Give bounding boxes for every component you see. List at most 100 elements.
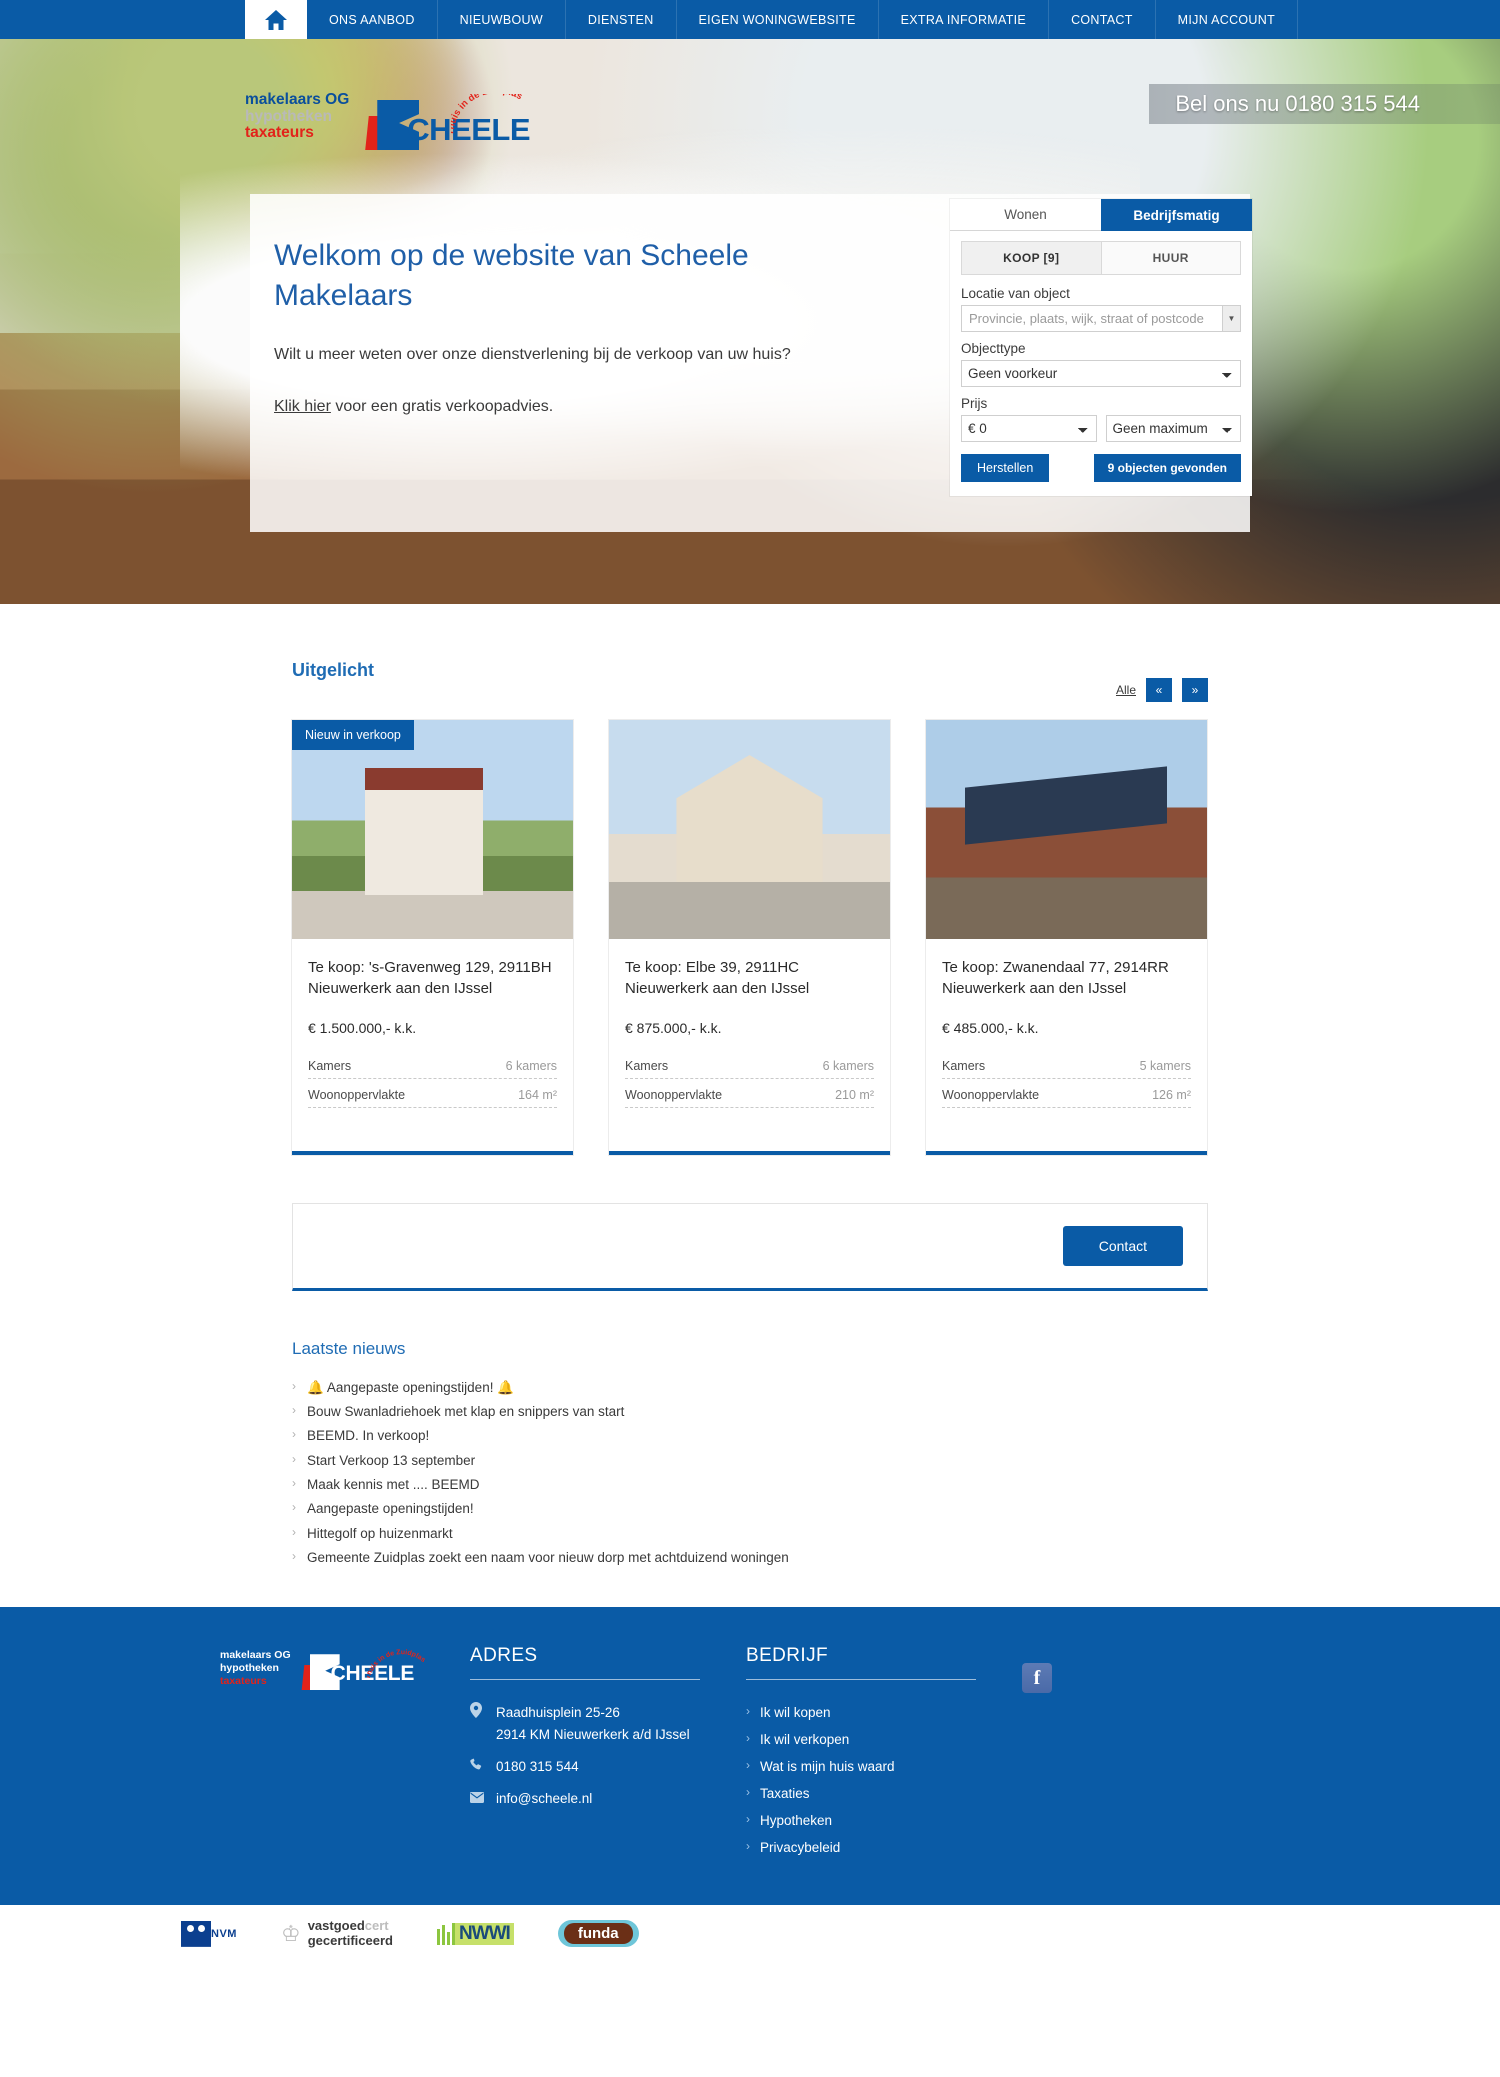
spec-key: Woonoppervlakte: [308, 1087, 406, 1102]
footer-company-heading: BEDRIJF: [746, 1645, 828, 1667]
chevron-down-icon[interactable]: ▼: [1222, 305, 1241, 332]
contact-button[interactable]: Contact: [1062, 1225, 1183, 1266]
nav-item-nieuwbouw[interactable]: NIEUWBOUW: [438, 0, 566, 39]
news-item[interactable]: › Start Verkoop 13 september: [292, 1450, 1208, 1471]
logo-line-2: hypotheken: [245, 107, 332, 125]
chevron-right-icon: ›: [292, 1524, 296, 1539]
nav-label: DIENSTEN: [587, 12, 654, 27]
footer-link-ik-wil-verkopen[interactable]: › Ik wil verkopen: [746, 1729, 976, 1751]
nwwi-label: NWWI: [454, 1922, 514, 1945]
spec-key: Kamers: [942, 1058, 986, 1073]
logo-tagline: makelaars OG hypotheken taxateurs: [245, 91, 349, 142]
top-navigation-bar: ONS AANBOD NIEUWBOUW DIENSTEN EIGEN WONI…: [0, 0, 1500, 39]
footer-link-label: Taxaties: [760, 1785, 810, 1801]
phone-banner[interactable]: Bel ons nu 0180 315 544: [1149, 84, 1500, 124]
price-label: Prijs: [961, 396, 988, 411]
nvm-label: NVM: [211, 1927, 237, 1940]
spec-divider: [308, 1106, 557, 1108]
news-item[interactable]: › Bouw Swanladriehoek met klap en snipper…: [292, 1401, 1208, 1422]
carousel-next-button[interactable]: »: [1182, 678, 1208, 702]
property-card[interactable]: Te koop: Elbe 39, 2911HC Nieuwerkerk aan…: [609, 720, 890, 1155]
page-title: Welkom op de website van Scheele Makelaa…: [274, 239, 749, 312]
property-title: Te koop: Elbe 39, 2911HC Nieuwerkerk aan…: [625, 959, 810, 998]
news-item[interactable]: › BEEMD. In verkoop!: [292, 1425, 1208, 1446]
footer-address-heading: ADRES: [470, 1645, 538, 1667]
carousel-prev-button[interactable]: «: [1146, 678, 1172, 702]
nav-item-eigen-woningwebsite[interactable]: EIGEN WONINGWEBSITE: [677, 0, 879, 39]
status-badge: Nieuw in verkoop: [292, 720, 414, 750]
price-min-select[interactable]: € 0: [961, 415, 1097, 442]
nav-item-mijn-account[interactable]: MIJN ACCOUNT: [1156, 0, 1299, 39]
divider: [746, 1679, 976, 1681]
objecttype-select[interactable]: Geen voorkeur: [961, 360, 1241, 387]
latest-news-section: Laatste nieuws › 🔔 Aangepaste openingstij…: [292, 1339, 1208, 1569]
footer-logo[interactable]: makelaars OG hypotheken taxateurs CHEELE…: [220, 1645, 470, 1863]
mail-icon: [470, 1788, 486, 1810]
news-item[interactable]: › Gemeente Zuidplas zoekt een naam voor n…: [292, 1547, 1208, 1568]
vastgoedcert-label-1: vastgoedcert: [308, 1919, 393, 1934]
main-content: Uitgelicht Alle « » Nieuw in verkoop Te …: [0, 604, 1500, 1608]
footer-link-privacybeleid[interactable]: › Privacybeleid: [746, 1837, 976, 1859]
hero-paragraph: Wilt u meer weten over onze dienstverlen…: [274, 345, 791, 363]
subtab-huur[interactable]: HUUR: [1101, 242, 1240, 274]
news-item[interactable]: › Maak kennis met .... BEEMD: [292, 1474, 1208, 1495]
site-logo[interactable]: makelaars OG hypotheken taxateurs CHEELE…: [245, 85, 538, 154]
spec-row: Woonoppervlakte 126 m²: [942, 1088, 1191, 1107]
news-label: Aangepaste openingstijden!: [307, 1501, 474, 1517]
vastgoedcert-bold: vastgoed: [307, 1918, 365, 1934]
location-label: Locatie van object: [961, 286, 1070, 301]
news-item[interactable]: › 🔔 Aangepaste openingstijden! 🔔: [292, 1377, 1208, 1398]
property-photo[interactable]: Nieuw in verkoop: [292, 720, 573, 939]
scheele-logo-mark: CHEELE Thuis in de Zuidplas: [363, 85, 538, 154]
tab-bedrijfsmatig[interactable]: Bedrijfsmatig: [1101, 199, 1252, 231]
logo-line-3: taxateurs: [245, 124, 314, 142]
footer-link-ik-wil-kopen[interactable]: › Ik wil kopen: [746, 1702, 976, 1724]
vastgoedcert-logo: ♔ vastgoedcert gecertificeerd: [281, 1919, 393, 1948]
footer-logo-line-3: taxateurs: [220, 1674, 267, 1687]
footer-link-taxaties[interactable]: › Taxaties: [746, 1783, 976, 1805]
location-field-group: ▼: [961, 305, 1241, 332]
contact-cta-box: Contact: [292, 1202, 1208, 1291]
property-card[interactable]: Nieuw in verkoop Te koop: 's-Gravenweg 1…: [292, 720, 573, 1155]
property-title: Te koop: Zwanendaal 77, 2914RR Nieuwerke…: [942, 959, 1169, 998]
price-max-select[interactable]: Geen maximum: [1105, 415, 1241, 442]
footer-link-hypotheken[interactable]: › Hypotheken: [746, 1810, 976, 1832]
footer-email-line[interactable]: info@scheele.nl: [470, 1788, 700, 1810]
subtab-label: KOOP [9]: [1003, 251, 1060, 265]
nav-label: NIEUWBOUW: [459, 12, 543, 27]
chevron-right-icon: ›: [292, 1548, 296, 1563]
logo-arc-text: Thuis in de Zuidplas: [445, 85, 543, 140]
featured-title: Uitgelicht: [292, 660, 375, 680]
nav-item-ons-aanbod[interactable]: ONS AANBOD: [307, 0, 438, 39]
property-card[interactable]: Te koop: Zwanendaal 77, 2914RR Nieuwerke…: [926, 720, 1207, 1155]
property-photo[interactable]: [609, 720, 890, 939]
footer-logo-mark: CHEELE Thuis in de Zuidplas: [301, 1649, 426, 1697]
spec-divider: [625, 1106, 874, 1108]
news-item[interactable]: › Aangepaste openingstijden!: [292, 1498, 1208, 1519]
subtab-koop[interactable]: KOOP [9]: [962, 242, 1102, 274]
footer-logo-line-2: hypotheken: [220, 1662, 279, 1675]
property-price: € 875.000,- k.k.: [625, 1019, 722, 1036]
hero-banner: makelaars OG hypotheken taxateurs CHEELE…: [0, 39, 1500, 604]
news-item[interactable]: › Hittegolf op huizenmarkt: [292, 1523, 1208, 1544]
location-input[interactable]: [961, 305, 1222, 332]
tab-wonen[interactable]: Wonen: [950, 199, 1101, 231]
footer-link-label: Ik wil kopen: [760, 1705, 831, 1721]
nav-item-diensten[interactable]: DIENSTEN: [566, 0, 677, 39]
spec-value: 6 kamers: [822, 1058, 874, 1073]
property-photo[interactable]: [926, 720, 1207, 939]
footer-phone-line[interactable]: 0180 315 544: [470, 1756, 700, 1778]
home-icon[interactable]: [245, 0, 307, 39]
footer-link-wat-is-mijn-huis-waard[interactable]: › Wat is mijn huis waard: [746, 1756, 976, 1778]
facebook-icon[interactable]: f: [1022, 1663, 1052, 1694]
spec-divider: [942, 1106, 1191, 1108]
reset-button[interactable]: Herstellen: [961, 454, 1050, 482]
news-label: Start Verkoop 13 september: [307, 1452, 476, 1468]
view-all-link[interactable]: Alle: [1116, 683, 1136, 697]
verkoopadvies-link[interactable]: Klik hier: [274, 398, 331, 415]
news-label: Bouw Swanladriehoek met klap en snippers…: [307, 1403, 625, 1419]
nav-item-extra-informatie[interactable]: EXTRA INFORMATIE: [879, 0, 1050, 39]
vastgoedcert-label-2: gecertificeerd: [307, 1932, 393, 1948]
nav-item-contact[interactable]: CONTACT: [1049, 0, 1156, 39]
results-button[interactable]: 9 objecten gevonden: [1093, 454, 1241, 482]
